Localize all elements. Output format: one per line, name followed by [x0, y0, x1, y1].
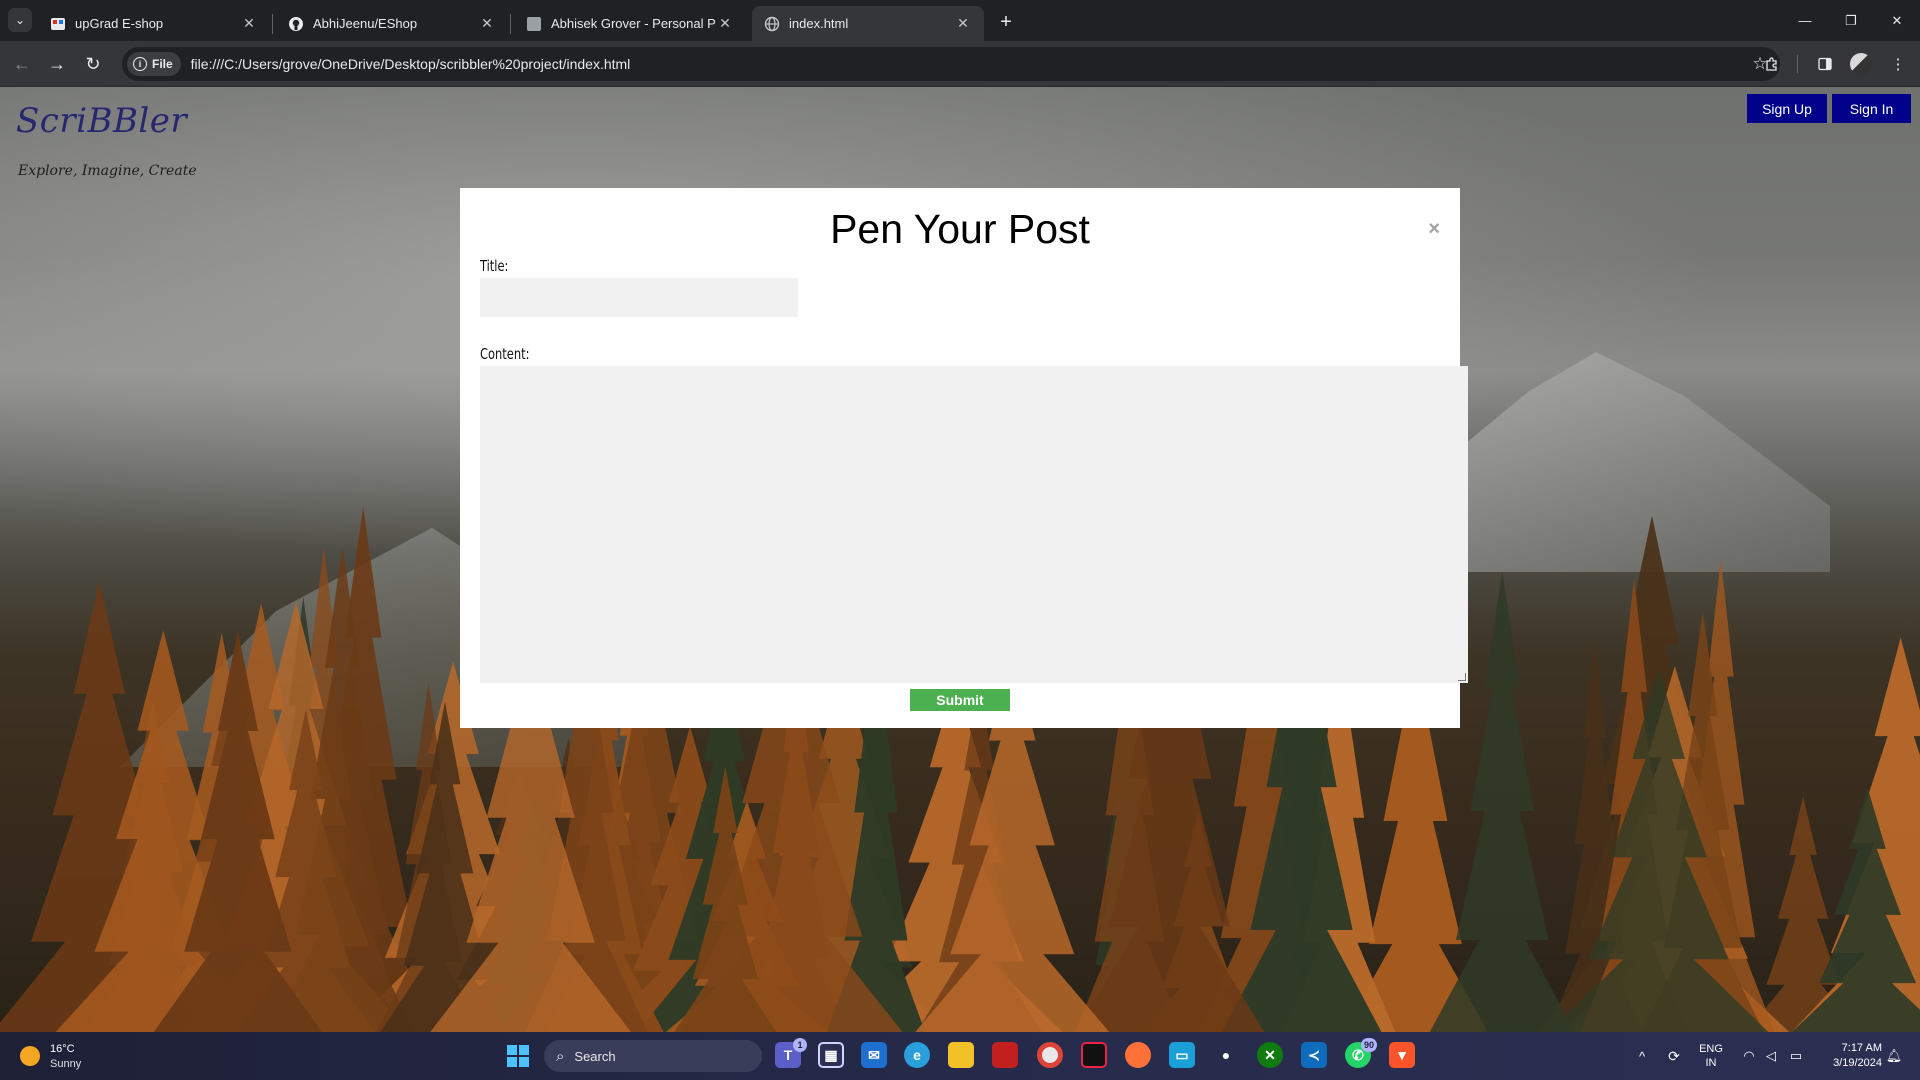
modal-title: Pen Your Post: [830, 206, 1090, 252]
new-tab-plus-icon[interactable]: +: [992, 8, 1020, 36]
sync-icon[interactable]: ⟳: [1662, 1032, 1686, 1080]
more-menu-icon[interactable]: ⋮: [1884, 50, 1912, 78]
tab-title: index.html: [789, 16, 849, 31]
windows-start-icon[interactable]: [507, 1045, 529, 1067]
side-panel-icon[interactable]: [1811, 50, 1839, 78]
firefox-icon[interactable]: [1125, 1042, 1151, 1068]
microsoft-store-icon[interactable]: ▦: [818, 1042, 844, 1068]
brave-icon[interactable]: ▼: [1389, 1042, 1415, 1068]
remote-desktop-icon[interactable]: ▭: [1169, 1042, 1195, 1068]
github-icon: [288, 16, 304, 32]
tab-close-icon[interactable]: ✕: [478, 15, 496, 33]
dark-app-icon[interactable]: [1081, 1042, 1107, 1068]
resize-grip-icon[interactable]: [1458, 673, 1466, 681]
url-text[interactable]: file:///C:/Users/grove/OneDrive/Desktop/…: [191, 56, 1746, 72]
clock[interactable]: 7:17 AM 3/19/2024: [1818, 1032, 1882, 1080]
tab-divider: [272, 14, 273, 34]
sign-in-button[interactable]: Sign In: [1832, 94, 1911, 123]
language-code: ENG: [1699, 1043, 1723, 1055]
tab-index-html[interactable]: index.html ✕: [752, 6, 984, 41]
forward-arrow-icon[interactable]: →: [43, 50, 71, 78]
vscode-icon[interactable]: ≺: [1301, 1042, 1327, 1068]
notification-bell-icon[interactable]: 🔔︎: [1884, 1032, 1904, 1080]
sun-weather-icon[interactable]: [20, 1046, 40, 1066]
submit-button[interactable]: Submit: [910, 689, 1010, 711]
site-tagline: Explore, Imagine, Create: [18, 163, 197, 179]
create-post-modal: Pen Your Post × Title: Content: Submit: [460, 188, 1468, 728]
window-close-icon[interactable]: ✕: [1874, 0, 1920, 41]
search-icon: ⌕: [556, 1047, 565, 1065]
site-logo[interactable]: ScriBBler: [16, 101, 187, 141]
taskbar-search-label: Search: [574, 1048, 616, 1064]
browser-toolbar: ← → ↻ i File file:///C:/Users/grove/OneD…: [0, 41, 1920, 87]
globe-icon: [764, 16, 780, 32]
browser-tab-strip: ⌄ upGrad E-shop ✕ AbhiJeenu/EShop ✕ Abhi…: [0, 0, 1920, 41]
tab-close-icon[interactable]: ✕: [954, 15, 972, 33]
toolbar-divider: [1797, 55, 1798, 73]
red-app-icon[interactable]: [992, 1042, 1018, 1068]
tab-divider: [510, 14, 511, 34]
tab-close-icon[interactable]: ✕: [716, 15, 734, 33]
extensions-puzzle-icon[interactable]: [1758, 50, 1786, 78]
edge-icon[interactable]: e: [904, 1042, 930, 1068]
teams-icon[interactable]: T 1: [775, 1038, 807, 1068]
content-label: Content:: [480, 345, 530, 363]
page-favicon-icon: [526, 16, 542, 32]
windows-taskbar: 16°C Sunny ⌕ Search T 1 ▦ ✉ e ▭ ● ✕ ≺ ✆ …: [0, 1032, 1920, 1080]
tab-upgrad-eshop[interactable]: upGrad E-shop ✕: [38, 6, 270, 41]
xbox-icon[interactable]: ✕: [1257, 1042, 1283, 1068]
chrome-icon[interactable]: [1037, 1042, 1063, 1068]
title-label: Title:: [480, 257, 509, 275]
tab-title: AbhiJeenu/EShop: [313, 16, 418, 31]
profile-avatar[interactable]: [1850, 53, 1872, 75]
tab-title: Abhisek Grover - Personal Portf: [551, 16, 716, 31]
tab-search-chevron-icon[interactable]: ⌄: [8, 8, 32, 32]
post-title-input[interactable]: [480, 278, 798, 317]
tab-close-icon[interactable]: ✕: [240, 15, 258, 33]
taskbar-search-box[interactable]: ⌕ Search: [544, 1040, 762, 1072]
media-app-icon[interactable]: ●: [1213, 1042, 1239, 1068]
wifi-icon[interactable]: ◠: [1740, 1032, 1758, 1080]
sign-up-button[interactable]: Sign Up: [1747, 94, 1827, 123]
back-arrow-icon[interactable]: ←: [8, 50, 36, 78]
site-info-chip[interactable]: i File: [127, 52, 181, 76]
minimize-icon[interactable]: —: [1782, 0, 1828, 41]
volume-icon[interactable]: ◁: [1762, 1032, 1780, 1080]
weather-condition[interactable]: Sunny: [50, 1058, 81, 1070]
info-icon: i: [133, 57, 147, 71]
battery-icon[interactable]: ▭: [1786, 1032, 1806, 1080]
tab-personal-portfolio[interactable]: Abhisek Grover - Personal Portf ✕: [514, 6, 746, 41]
whatsapp-badge: 90: [1360, 1038, 1377, 1052]
tab-title: upGrad E-shop: [75, 16, 164, 31]
clock-time: 7:17 AM: [1841, 1042, 1882, 1054]
mail-icon[interactable]: ✉: [861, 1042, 887, 1068]
post-content-textarea[interactable]: [480, 366, 1468, 683]
upgrad-favicon-icon: [50, 16, 66, 32]
file-explorer-icon[interactable]: [948, 1042, 974, 1068]
reload-icon[interactable]: ↻: [79, 50, 107, 78]
modal-close-icon[interactable]: ×: [1428, 218, 1440, 241]
site-chip-label: File: [152, 57, 173, 71]
page-viewport: ScriBBler Explore, Imagine, Create Sign …: [0, 87, 1920, 1032]
address-bar[interactable]: i File file:///C:/Users/grove/OneDrive/D…: [122, 47, 1780, 81]
clock-date: 3/19/2024: [1833, 1057, 1882, 1069]
tab-github-eshop[interactable]: AbhiJeenu/EShop ✕: [276, 6, 508, 41]
restore-icon[interactable]: ❐: [1828, 0, 1874, 41]
whatsapp-icon[interactable]: ✆ 90: [1345, 1038, 1377, 1068]
weather-temperature[interactable]: 16°C: [50, 1043, 75, 1055]
region-code: IN: [1705, 1057, 1717, 1069]
show-hidden-icons-chevron-icon[interactable]: ^: [1632, 1032, 1652, 1080]
teams-badge: 1: [793, 1038, 807, 1052]
language-indicator[interactable]: ENG IN: [1695, 1032, 1727, 1080]
